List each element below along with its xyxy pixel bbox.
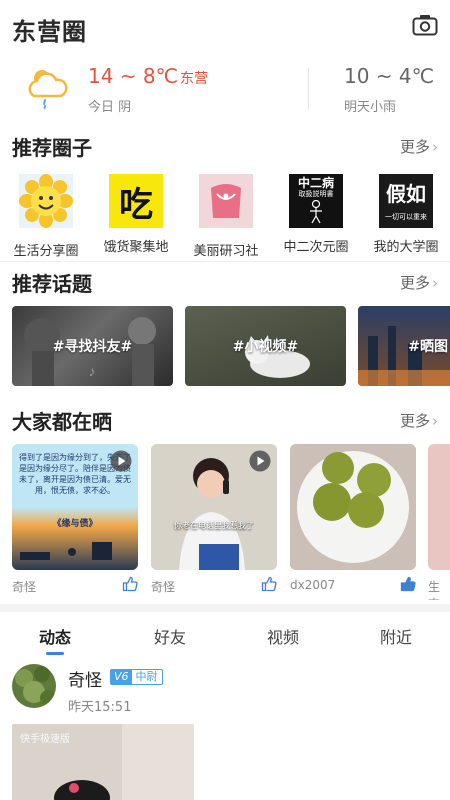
cloud-rain-icon (28, 70, 68, 109)
circle-item[interactable]: 假如 一切可以重来 我的大学圈 (361, 174, 450, 255)
tab-dynamics[interactable]: 动态 (15, 624, 95, 648)
topic-card[interactable]: #小视频# (185, 306, 346, 386)
rank-label: 中尉 (135, 670, 158, 683)
today-temperature: 14 ~ 8℃ (88, 64, 179, 88)
more-label: 更多 (399, 138, 430, 156)
thumb-subtitle: 取扱説明書 (298, 190, 334, 198)
circles-more-link[interactable]: 更多 › (400, 136, 438, 157)
thumbs-up-icon[interactable] (400, 576, 416, 592)
sunflower-thumbnail (19, 174, 73, 228)
circle-label: 中二次元圈 (283, 240, 349, 255)
share-card[interactable]: 得到了是因为缘分到了，失去了是因为缘分尽了。陪伴是因为债未了，离开是因为债已清。… (12, 444, 138, 600)
topic-label: #晒图 (408, 339, 448, 355)
chevron-right-icon: › (432, 274, 438, 292)
feed-post[interactable]: 奇怪 V6 中尉 昨天15:51 快手极速版 (0, 660, 450, 800)
share-card[interactable]: dx2007 (290, 444, 416, 600)
circle-label: 饿货聚集地 (103, 240, 169, 255)
weather-panel[interactable]: 14 ~ 8℃ 东营 今日 阴 10 ~ 4℃ 明天小雨 (0, 58, 450, 122)
weather-city: 东营 (180, 71, 208, 87)
share-image: 得到了是因为缘分到了，失去了是因为缘分尽了。陪伴是因为债未了，离开是因为债已清。… (12, 444, 138, 570)
circle-item[interactable]: 中二病 取扱説明書 中二次元圈 (271, 174, 361, 255)
topic-card[interactable]: #晒图 (358, 306, 450, 386)
tomorrow-temperature: 10 ~ 4℃ (344, 64, 435, 88)
thumbs-up-icon[interactable] (122, 576, 138, 592)
post-timestamp: 昨天15:51 (68, 700, 132, 715)
tab-friends[interactable]: 好友 (130, 624, 210, 648)
today-description: 今日 阴 (88, 100, 132, 115)
weather-divider (308, 68, 309, 110)
avatar[interactable] (12, 664, 56, 708)
topic-label: #小视频# (232, 339, 299, 355)
circle-label: 我的大学圈 (373, 240, 439, 255)
level-badge: V6 中尉 (110, 669, 163, 685)
top-bar: 东营圈 (0, 0, 450, 56)
share-username[interactable]: 奇怪 (12, 578, 36, 595)
tab-nearby[interactable]: 附近 (356, 624, 436, 648)
thumbs-up-icon[interactable] (261, 576, 277, 592)
post-author[interactable]: 奇怪 (68, 666, 102, 691)
feed-tabs: 动态 好友 视频 附近 (0, 612, 450, 656)
circle-item[interactable]: 生活分享圈 (1, 174, 91, 259)
circle-label: 生活分享圈 (13, 244, 79, 259)
university-thumbnail: 假如 一切可以重来 (379, 174, 433, 228)
divider (0, 261, 450, 262)
thumb-title: 假如 (386, 182, 426, 206)
share-username[interactable]: dx2007 (290, 578, 335, 592)
section-title-topics: 推荐话题 (12, 272, 92, 296)
share-caption: 你老在电话里我惹我了 (174, 521, 254, 530)
circle-label: 美丽研习社 (193, 244, 259, 259)
level-value: V6 (111, 670, 132, 684)
post-media[interactable]: 快手极速版 (12, 724, 194, 800)
play-icon[interactable] (110, 450, 132, 472)
camera-icon[interactable] (412, 14, 438, 36)
circle-item[interactable]: 吃 饿货聚集地 (91, 174, 181, 255)
tab-videos[interactable]: 视频 (243, 624, 323, 648)
share-image (428, 444, 450, 570)
topic-label: #寻找抖友# (52, 339, 133, 355)
shares-more-link[interactable]: 更多 › (400, 410, 438, 431)
media-watermark: 快手极速版 (20, 734, 70, 745)
share-scene (290, 444, 416, 570)
more-label: 更多 (399, 412, 430, 430)
share-image: 你老在电话里我惹我了 (151, 444, 277, 570)
share-username[interactable]: 奇怪 (151, 578, 175, 595)
chuunibyou-thumbnail: 中二病 取扱説明書 (289, 174, 343, 228)
play-icon[interactable] (249, 450, 271, 472)
share-card[interactable]: 生态 (428, 444, 450, 600)
tomorrow-description: 明天小雨 (344, 100, 397, 115)
section-title-shares: 大家都在晒 (12, 410, 112, 434)
thumb-title: 中二病 (297, 176, 334, 190)
figure-icon (310, 200, 322, 224)
dress-thumbnail (199, 174, 253, 228)
topic-card[interactable]: ♪ #寻找抖友# (12, 306, 173, 386)
more-label: 更多 (399, 274, 430, 292)
active-tab-indicator (46, 652, 64, 655)
eat-thumbnail: 吃 (109, 174, 163, 228)
svg-text:♪: ♪ (89, 363, 96, 379)
section-title-circles: 推荐圈子 (12, 136, 92, 160)
circle-item[interactable]: 美丽研习社 (181, 174, 271, 259)
chevron-right-icon: › (432, 138, 438, 156)
share-image (290, 444, 416, 570)
share-card[interactable]: 你老在电话里我惹我了 奇怪 (151, 444, 277, 600)
section-gap (0, 604, 450, 612)
avatar-image (12, 664, 56, 708)
app-title: 东营圈 (12, 18, 87, 46)
topics-more-link[interactable]: 更多 › (400, 272, 438, 293)
chevron-right-icon: › (432, 412, 438, 430)
thumb-subtitle: 一切可以重来 (385, 213, 427, 221)
share-username[interactable]: 生态 (428, 578, 450, 600)
